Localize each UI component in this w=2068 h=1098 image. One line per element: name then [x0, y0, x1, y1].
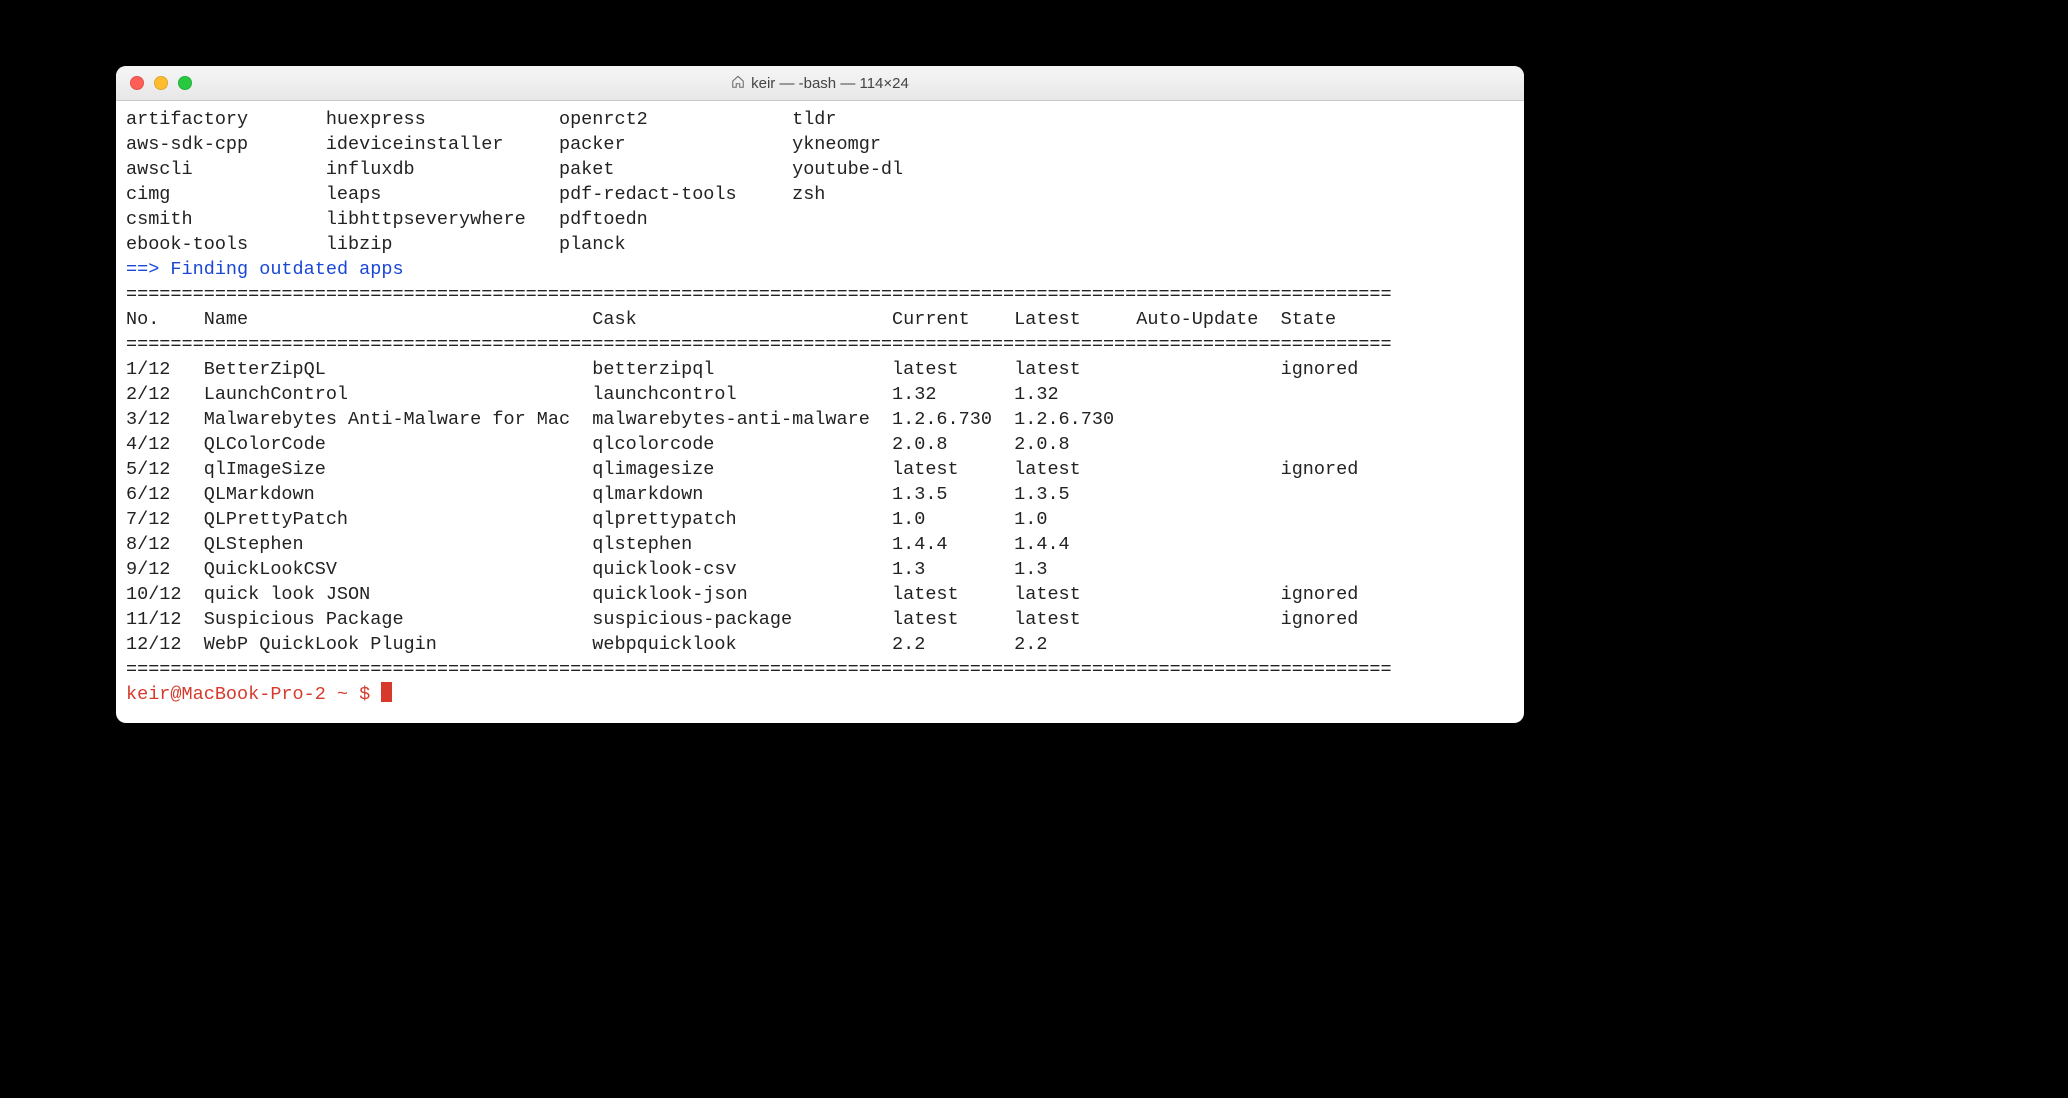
status-text: Finding outdated apps [159, 259, 403, 280]
cursor [381, 682, 392, 702]
package-list: artifactory huexpress openrct2 tldr aws-… [126, 109, 903, 255]
prompt-text: keir@MacBook-Pro-2 ~ $ [126, 684, 381, 705]
minimize-button[interactable] [154, 76, 168, 90]
table-rule-bot: ========================================… [126, 659, 1392, 680]
window-controls [116, 76, 192, 90]
terminal-window: keir — -bash — 114×24 artifactory huexpr… [116, 66, 1524, 723]
close-button[interactable] [130, 76, 144, 90]
zoom-button[interactable] [178, 76, 192, 90]
table-body: 1/12 BetterZipQL betterzipql latest late… [126, 359, 1358, 655]
table-rule-mid: ========================================… [126, 334, 1392, 355]
status-line: ==> Finding outdated apps [126, 259, 404, 280]
terminal-body[interactable]: artifactory huexpress openrct2 tldr aws-… [116, 101, 1524, 723]
shell-prompt[interactable]: keir@MacBook-Pro-2 ~ $ [126, 684, 392, 705]
window-titlebar: keir — -bash — 114×24 [116, 66, 1524, 101]
window-title-text: keir — -bash — 114×24 [751, 75, 909, 92]
status-arrow: ==> [126, 259, 159, 280]
table-rule-top: ========================================… [126, 284, 1392, 305]
table-header: No. Name Cask Current Latest Auto-Update… [126, 309, 1336, 330]
window-title: keir — -bash — 114×24 [116, 75, 1524, 92]
home-icon [731, 75, 745, 92]
